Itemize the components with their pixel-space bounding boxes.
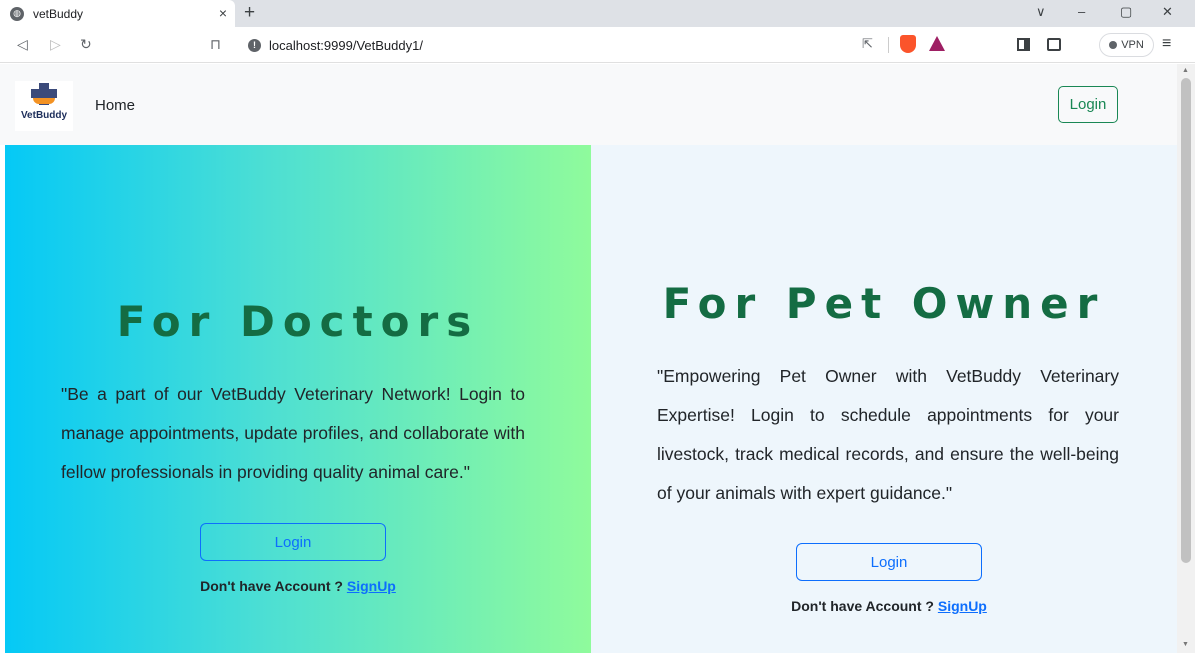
brave-rewards-icon[interactable]: [929, 36, 945, 51]
address-url: localhost:9999/VetBuddy1/: [269, 37, 423, 53]
browser-tab[interactable]: ◍ vetBuddy ×: [0, 0, 235, 27]
scrollbar-thumb[interactable]: [1181, 78, 1191, 563]
browser-tab-bar: ◍ vetBuddy × + ∨ – ▢ ✕: [0, 0, 1195, 27]
doctors-signup-link[interactable]: SignUp: [347, 578, 396, 594]
wallet-icon[interactable]: [1047, 38, 1061, 51]
pet-owner-login-button[interactable]: Login: [796, 543, 982, 581]
tab-title: vetBuddy: [33, 6, 84, 21]
scroll-up-icon[interactable]: ▲: [1182, 67, 1189, 74]
doctors-heading: For Doctors: [116, 297, 480, 346]
sidebar-icon[interactable]: [1017, 38, 1030, 51]
minimize-icon[interactable]: –: [1078, 4, 1085, 19]
pet-owner-panel: For Pet Owner "Empowering Pet Owner with…: [591, 145, 1177, 653]
vetbuddy-logo[interactable]: VetBuddy: [15, 81, 73, 131]
tab-search-icon[interactable]: ∨: [1036, 4, 1046, 20]
doctors-panel: For Doctors "Be a part of our VetBuddy V…: [5, 145, 591, 653]
logo-text: VetBuddy: [20, 110, 68, 121]
close-window-icon[interactable]: ✕: [1162, 4, 1173, 20]
site-navbar: VetBuddy Home Login: [0, 64, 1177, 145]
pet-owner-heading: For Pet Owner: [662, 279, 1106, 328]
pet-owner-description: "Empowering Pet Owner with VetBuddy Vete…: [657, 366, 1119, 503]
site-info-icon[interactable]: !: [248, 38, 261, 52]
browser-toolbar: ◁ ▷ ↻ ⊓ ! localhost:9999/VetBuddy1/ ⇱ VP…: [0, 27, 1195, 63]
globe-icon: ◍: [10, 6, 24, 21]
logo-mark-icon: [29, 83, 59, 109]
doctors-login-button[interactable]: Login: [200, 523, 386, 561]
bookmark-icon[interactable]: ⊓: [210, 36, 221, 53]
pet-owner-signup-link[interactable]: SignUp: [938, 598, 987, 614]
tab-close-icon[interactable]: ×: [219, 5, 227, 21]
forward-icon[interactable]: ▷: [50, 36, 61, 53]
scroll-down-icon[interactable]: ▼: [1182, 641, 1189, 648]
doctors-no-account-text: Don't have Account ?: [200, 578, 343, 594]
share-icon[interactable]: ⇱: [862, 36, 873, 52]
restore-icon[interactable]: ▢: [1120, 4, 1132, 20]
new-tab-icon[interactable]: +: [244, 2, 255, 24]
nav-home-link[interactable]: Home: [95, 97, 135, 114]
address-bar[interactable]: ! localhost:9999/VetBuddy1/: [236, 31, 956, 59]
menu-icon[interactable]: ≡: [1162, 35, 1171, 53]
page-scrollbar[interactable]: ▲ ▼: [1177, 64, 1195, 653]
pet-owner-signup-line: Don't have Account ? SignUp: [591, 598, 1177, 614]
vpn-status-icon: [1109, 41, 1118, 49]
vpn-label: VPN: [1121, 39, 1144, 51]
back-icon[interactable]: ◁: [17, 36, 28, 53]
brave-shields-icon[interactable]: [900, 35, 916, 53]
nav-login-button[interactable]: Login: [1058, 86, 1118, 123]
toolbar-divider: [888, 37, 889, 53]
page-viewport: VetBuddy Home Login For Doctors "Be a pa…: [0, 64, 1177, 653]
vpn-button[interactable]: VPN: [1099, 33, 1154, 57]
doctors-signup-line: Don't have Account ? SignUp: [5, 578, 591, 594]
pet-owner-no-account-text: Don't have Account ?: [791, 598, 934, 614]
reload-icon[interactable]: ↻: [80, 36, 92, 53]
doctors-description: "Be a part of our VetBuddy Veterinary Ne…: [61, 384, 525, 482]
